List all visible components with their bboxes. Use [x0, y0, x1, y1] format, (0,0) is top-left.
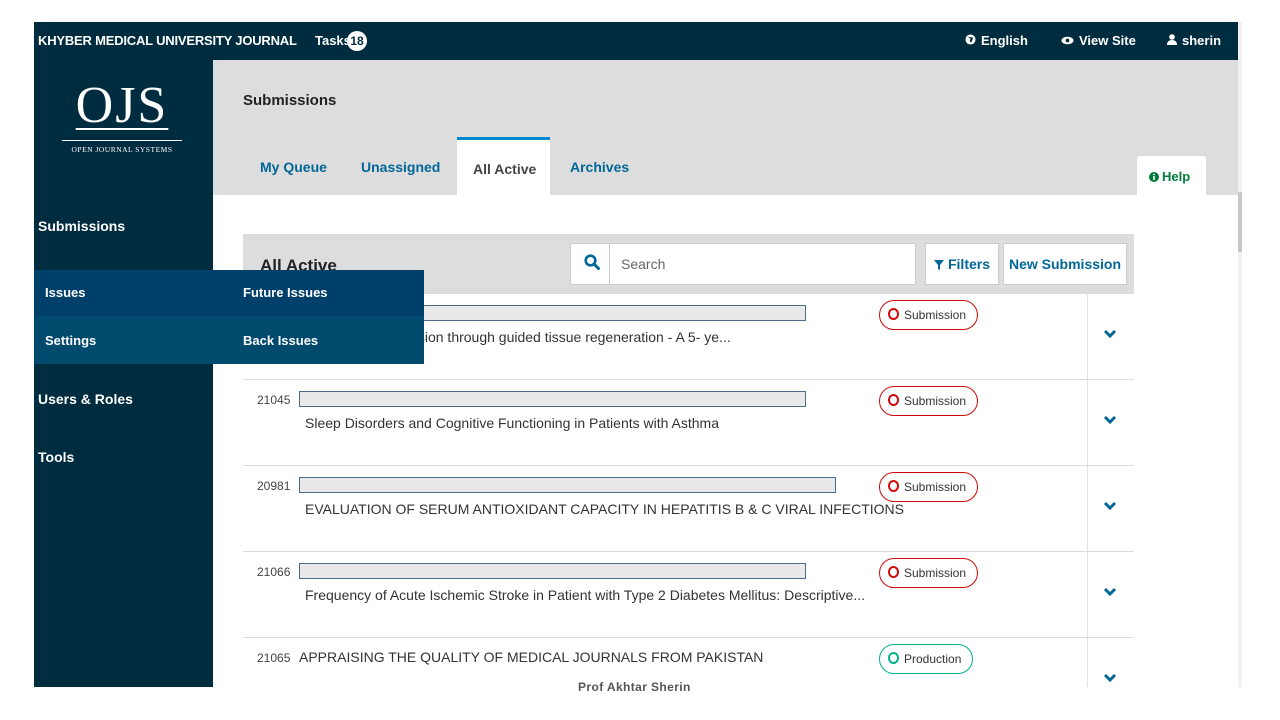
user-menu[interactable]: sherin [1167, 33, 1221, 48]
submenu-future-issues[interactable]: Future Issues [243, 285, 328, 300]
help-label: Help [1162, 169, 1191, 184]
info-icon [1149, 172, 1159, 182]
globe-icon [965, 34, 976, 45]
new-submission-button[interactable]: New Submission [1003, 243, 1127, 285]
submission-title: APPRAISING THE QUALITY OF MEDICAL JOURNA… [299, 649, 764, 665]
stage-ring-icon [888, 566, 899, 578]
view-site-label: View Site [1079, 33, 1136, 48]
sidebar-item-submissions[interactable]: Submissions [38, 218, 125, 234]
username: sherin [1182, 33, 1222, 48]
stage-badge: Submission [879, 300, 979, 330]
app-window: KHYBER MEDICAL UNIVERSITY JOURNAL Tasks … [34, 22, 1238, 687]
sidebar-item-users-roles[interactable]: Users & Roles [38, 391, 133, 407]
issues-submenu: Issues Future Issues Settings Back Issue… [34, 270, 424, 364]
stage-ring-icon [888, 480, 899, 492]
stage-ring-icon [888, 308, 899, 320]
tab-all-active[interactable]: All Active [457, 137, 550, 195]
filters-button[interactable]: Filters [925, 243, 999, 285]
view-site-link[interactable]: View Site [1061, 33, 1136, 48]
user-icon [1167, 34, 1177, 45]
main-header: Submissions My Queue Unassigned All Acti… [213, 60, 1238, 195]
list-item[interactable]: 21066 Frequency of Acute Ischemic Stroke… [243, 552, 1134, 638]
redacted-authors [299, 563, 806, 579]
row-divider [1087, 466, 1088, 551]
submenu-back-issues[interactable]: Back Issues [243, 333, 318, 348]
stage-badge: Submission [879, 558, 979, 588]
page-scrollbar[interactable] [1238, 22, 1242, 687]
row-divider [1087, 552, 1088, 637]
scrollbar-thumb[interactable] [1238, 192, 1242, 252]
submission-id: 20981 [257, 479, 291, 493]
redacted-authors [299, 477, 836, 493]
logo-title: OJS [75, 77, 169, 134]
stage-badge: Submission [879, 472, 979, 502]
sidebar-item-tools[interactable]: Tools [38, 449, 74, 465]
stage-ring-icon [888, 394, 899, 406]
sidebar-item-issues[interactable]: Issues [45, 285, 85, 300]
ojs-logo[interactable]: OJS OPEN JOURNAL SYSTEMS [62, 80, 182, 154]
submission-id: 21045 [257, 393, 291, 407]
submission-id: 21066 [257, 565, 291, 579]
language-menu[interactable]: English [965, 33, 1028, 48]
language-label: English [981, 33, 1028, 48]
submission-title: Sleep Disorders and Cognitive Functionin… [305, 415, 719, 431]
filter-icon [933, 260, 944, 270]
redacted-authors [299, 391, 806, 407]
submission-title: EVALUATION OF SERUM ANTIOXIDANT CAPACITY… [305, 501, 904, 517]
logo-subtitle: OPEN JOURNAL SYSTEMS [62, 140, 182, 154]
search-box[interactable]: Search [570, 243, 916, 285]
stage-badge: Production [879, 644, 974, 674]
tab-my-queue[interactable]: My Queue [260, 159, 327, 175]
tasks-link[interactable]: Tasks [315, 33, 351, 48]
tasks-count-badge[interactable]: 18 [347, 31, 367, 51]
sidebar: OJS OPEN JOURNAL SYSTEMS Submissions Use… [34, 60, 213, 687]
journal-name[interactable]: KHYBER MEDICAL UNIVERSITY JOURNAL [38, 33, 297, 48]
footer-credit: Prof Akhtar Sherin [578, 680, 691, 694]
chevron-down-icon[interactable] [1103, 673, 1117, 683]
chevron-down-icon[interactable] [1103, 587, 1117, 597]
tab-all-active-label: All Active [473, 161, 537, 177]
sidebar-item-settings[interactable]: Settings [45, 333, 96, 348]
row-divider [1087, 638, 1088, 687]
chevron-down-icon[interactable] [1103, 501, 1117, 511]
search-divider [609, 244, 610, 284]
list-item[interactable]: 20981 EVALUATION OF SERUM ANTIOXIDANT CA… [243, 466, 1134, 552]
issues-row [34, 270, 424, 316]
eye-icon [1061, 36, 1074, 45]
chevron-down-icon[interactable] [1103, 329, 1117, 339]
help-button[interactable]: Help [1137, 156, 1206, 195]
chevron-down-icon[interactable] [1103, 415, 1117, 425]
search-icon[interactable] [584, 254, 600, 270]
tab-archives[interactable]: Archives [570, 159, 629, 175]
search-input[interactable]: Search [621, 256, 665, 272]
list-item[interactable]: 21045 Sleep Disorders and Cognitive Func… [243, 380, 1134, 466]
stage-ring-icon [888, 652, 899, 664]
filters-label: Filters [947, 256, 990, 272]
row-divider [1087, 380, 1088, 465]
row-divider [1087, 294, 1088, 379]
tab-unassigned[interactable]: Unassigned [361, 159, 440, 175]
submission-id: 21065 [257, 651, 291, 665]
page-title: Submissions [243, 92, 337, 109]
submission-title: Frequency of Acute Ischemic Stroke in Pa… [305, 587, 865, 603]
submissions-panel: All Active Search Filters New Submission… [213, 195, 1238, 687]
stage-badge: Submission [879, 386, 979, 416]
top-bar: KHYBER MEDICAL UNIVERSITY JOURNAL Tasks … [34, 22, 1238, 60]
